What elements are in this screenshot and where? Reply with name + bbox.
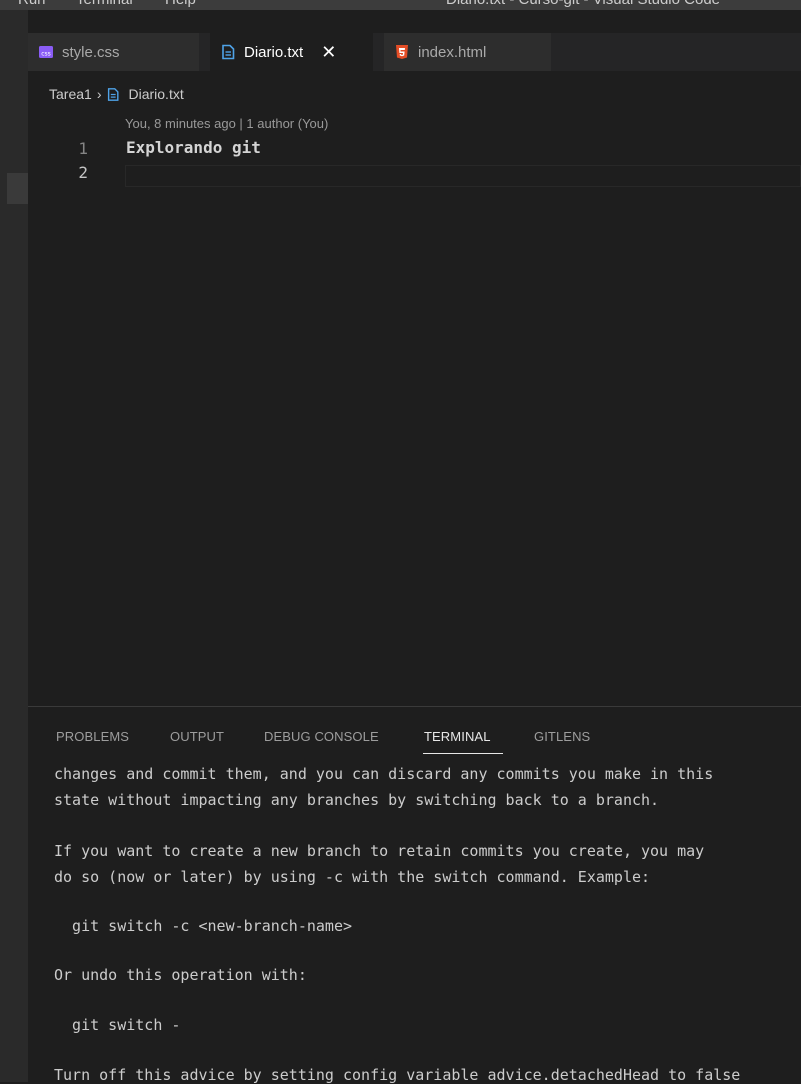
line-text: Explorando git bbox=[126, 138, 261, 157]
line-number: 1 bbox=[78, 139, 88, 158]
text-file-icon bbox=[108, 87, 119, 101]
editor-line[interactable]: 2 bbox=[0, 162, 801, 184]
panel-tab-output[interactable]: OUTPUT bbox=[170, 729, 224, 744]
panel-tab-gitlens[interactable]: GITLENS bbox=[534, 729, 590, 744]
tab-label: style.css bbox=[62, 43, 120, 61]
terminal-line: Turn off this advice by setting config v… bbox=[54, 1066, 741, 1084]
tab-diario-txt[interactable]: Diario.txt ✕ bbox=[210, 33, 373, 71]
terminal-line: changes and commit them, and you can dis… bbox=[54, 765, 714, 783]
terminal-line: do so (now or later) by using -c with th… bbox=[54, 868, 651, 886]
active-tab-indicator bbox=[423, 753, 503, 754]
panel-divider bbox=[28, 706, 801, 707]
panel-tab-debug-console[interactable]: DEBUG CONSOLE bbox=[264, 729, 379, 744]
line-number: 2 bbox=[78, 163, 88, 182]
chevron-right-icon: › bbox=[96, 86, 102, 102]
css-file-icon: css bbox=[39, 46, 53, 58]
terminal-line: git switch -c <new-branch-name> bbox=[54, 917, 353, 935]
text-file-icon bbox=[222, 44, 235, 60]
tab-label: Diario.txt bbox=[244, 43, 304, 61]
tab-index-html[interactable]: index.html bbox=[384, 33, 551, 71]
breadcrumb-file[interactable]: Diario.txt bbox=[128, 86, 183, 102]
terminal-line: If you want to create a new branch to re… bbox=[54, 842, 705, 860]
svg-text:css: css bbox=[41, 51, 51, 58]
breadcrumb: Tarea1 › Diario.txt bbox=[49, 86, 184, 102]
menu-bar: Run Terminal Help Diario.txt - Curso-git… bbox=[0, 0, 801, 10]
terminal-line: Or undo this operation with: bbox=[54, 966, 307, 984]
breadcrumb-folder[interactable]: Tarea1 bbox=[49, 86, 92, 102]
tab-style-css[interactable]: css style.css bbox=[28, 33, 199, 71]
terminal-line: git switch - bbox=[54, 1016, 181, 1034]
panel-tab-problems[interactable]: PROBLEMS bbox=[56, 729, 129, 744]
menu-terminal[interactable]: Terminal bbox=[76, 0, 133, 8]
window-title: Diario.txt - Curso-git - Visual Studio C… bbox=[446, 0, 720, 8]
editor-line[interactable]: 1 Explorando git bbox=[0, 138, 801, 160]
menu-run[interactable]: Run bbox=[18, 0, 46, 8]
menu-help[interactable]: Help bbox=[165, 0, 196, 8]
close-icon[interactable]: ✕ bbox=[321, 42, 336, 63]
gitlens-blame-annotation[interactable]: You, 8 minutes ago | 1 author (You) bbox=[125, 116, 328, 131]
terminal-line: state without impacting any branches by … bbox=[54, 791, 660, 809]
panel-tab-terminal[interactable]: TERMINAL bbox=[424, 729, 491, 744]
tab-label: index.html bbox=[418, 43, 487, 61]
html5-file-icon bbox=[396, 45, 408, 59]
